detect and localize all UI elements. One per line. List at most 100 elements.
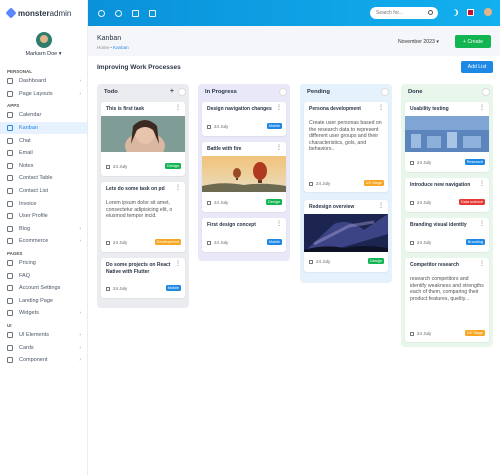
more-icon[interactable]: ⋮ [175,105,181,111]
sidebar-item-label: Account Settings [19,285,61,292]
sidebar-item-account-settings[interactable]: Account Settings [0,282,87,295]
section-personal: PERSONAL [7,69,33,74]
user-profile[interactable]: Markarn Doe ▾ [0,26,87,66]
chat-icon [7,137,13,144]
more-icon[interactable]: ⋮ [479,221,485,227]
search-icon[interactable] [428,10,433,15]
kanban-card[interactable]: Design navigation changes ⋮ 24 July Mobi… [202,102,286,136]
kanban-card[interactable]: Introduce new navigation ⋮ 24 July Data … [405,178,489,212]
card-title: Persona development [309,106,361,112]
sidebar-item-contact-list[interactable]: Contact List [0,185,87,198]
card-title: Branding visual identity [410,222,467,228]
sidebar-item-label: Page Layouts [19,90,53,97]
kanban-card[interactable]: Branding visual identity ⋮ 24 July Brand… [405,218,489,252]
sidebar-item-notes[interactable]: Notes [0,160,87,173]
sidebar-item-faq[interactable]: FAQ [0,269,87,282]
column-menu-icon[interactable] [279,88,287,96]
more-icon[interactable]: ⋮ [479,181,485,187]
sidebar-item-user-profile[interactable]: User Profile [0,210,87,223]
sidebar-item-email[interactable]: Email [0,147,87,160]
more-icon[interactable]: ⋮ [175,261,181,267]
sidebar-item-ui-elements[interactable]: UI Elements › [0,329,87,342]
moon-icon[interactable] [451,9,458,16]
cart-icon [7,238,13,245]
add-card-icon[interactable]: + [170,88,174,95]
more-icon[interactable]: ⋮ [175,185,181,191]
sidebar-item-label: Cards [19,344,34,351]
month-selector[interactable]: November 2023 ▾ [398,39,439,45]
card-date: 24 July [106,240,127,245]
sidebar-item-page-layouts[interactable]: Page Layouts › [0,88,87,101]
kanban-card[interactable]: Usability testing ⋮ 24 July Research [405,102,489,172]
sidebar-item-landing-page[interactable]: Landing Page [0,295,87,308]
cards-icon [7,344,13,351]
calendar-icon [106,164,110,169]
sidebar-item-kanban[interactable]: Kanban [0,121,87,135]
sidebar-item-cards[interactable]: Cards › [0,341,87,354]
kanban-card[interactable]: Do some projects on React Native with Fl… [101,258,185,298]
card-image [405,116,489,152]
kanban-card[interactable]: Redesign overview ⋮ 24 July Design [304,200,388,272]
flag-icon[interactable] [467,9,474,16]
kanban-card[interactable]: First design concept ⋮ 24 July Mobile [202,218,286,252]
more-icon[interactable]: ⋮ [378,105,384,111]
sidebar-item-pricing[interactable]: Pricing [0,257,87,270]
add-list-button[interactable]: Add List [461,61,493,73]
column-title: Done [408,89,423,95]
apps-icon[interactable] [149,9,156,17]
column-menu-icon[interactable] [178,88,186,96]
calendar-icon [410,200,414,205]
create-button[interactable]: + Create [455,35,491,48]
breadcrumb-home[interactable]: Home [97,45,109,50]
sidebar-item-invoice[interactable]: Invoice [0,197,87,210]
more-icon[interactable]: ⋮ [276,145,282,151]
calendar-icon [309,181,313,186]
more-icon[interactable]: ⋮ [276,221,282,227]
kanban-card[interactable]: Battle with fire ⋮ 24 July Design [202,142,286,212]
chevron-right-icon: › [79,344,81,351]
sidebar-item-ecommerce[interactable]: Ecommerce › [0,235,87,248]
sidebar-item-widgets[interactable]: Widgets › [0,307,87,320]
sidebar-item-dashboard[interactable]: Dashboard › [0,75,87,88]
calendar-icon [106,286,110,291]
mail-icon[interactable] [132,9,139,17]
more-icon[interactable]: ⋮ [479,261,485,267]
card-title: Usability testing [410,106,449,112]
sidebar-item-label: Invoice [19,200,37,207]
more-icon[interactable]: ⋮ [276,105,282,111]
status-badge: Mobile [165,285,181,291]
kanban-card[interactable]: Competitor research ⋮ research competito… [405,258,489,342]
kanban-card[interactable]: Persona development ⋮ Create user person… [304,102,388,192]
sidebar-item-chat[interactable]: Chat [0,134,87,147]
status-badge: Design [165,163,181,169]
card-date: 24 July [410,160,431,165]
more-icon[interactable]: ⋮ [479,105,485,111]
status-badge: Research [464,159,485,165]
breadcrumb-current: Kanban [113,45,129,50]
column-pending: Pending Persona development ⋮ Create use… [300,84,392,283]
bell-icon[interactable] [115,9,122,17]
sidebar-item-label: Contact Table [19,175,53,182]
status-badge: Branding [465,239,485,245]
chevron-right-icon: › [79,238,81,245]
avatar[interactable] [484,8,492,16]
brand-logo[interactable]: monsteradmin [0,0,87,26]
status-badge: Development [154,239,181,245]
sidebar-item-component[interactable]: Component › [0,354,87,367]
sidebar-item-calendar[interactable]: Calendar [0,109,87,122]
sidebar-item-label: UI Elements [19,331,49,338]
calendar-icon [410,240,414,245]
sidebar-item-label: Blog [19,225,31,232]
menu-toggle-icon[interactable] [98,9,105,17]
sidebar-item-label: Notes [19,162,34,169]
layout-icon [7,90,13,97]
column-menu-icon[interactable] [381,88,389,96]
more-icon[interactable]: ⋮ [378,203,384,209]
kanban-card[interactable]: Lets do some task on pd ⋮ Lorem ipsum do… [101,182,185,252]
sidebar-item-blog[interactable]: Blog › [0,223,87,236]
card-title: Do some projects on React Native with Fl… [106,262,171,275]
column-menu-icon[interactable] [482,88,490,96]
kanban-card[interactable]: This is first task ⋮ 24 July Design [101,102,185,176]
calendar-icon [309,259,313,264]
sidebar-item-contact-table[interactable]: Contact Table [0,172,87,185]
